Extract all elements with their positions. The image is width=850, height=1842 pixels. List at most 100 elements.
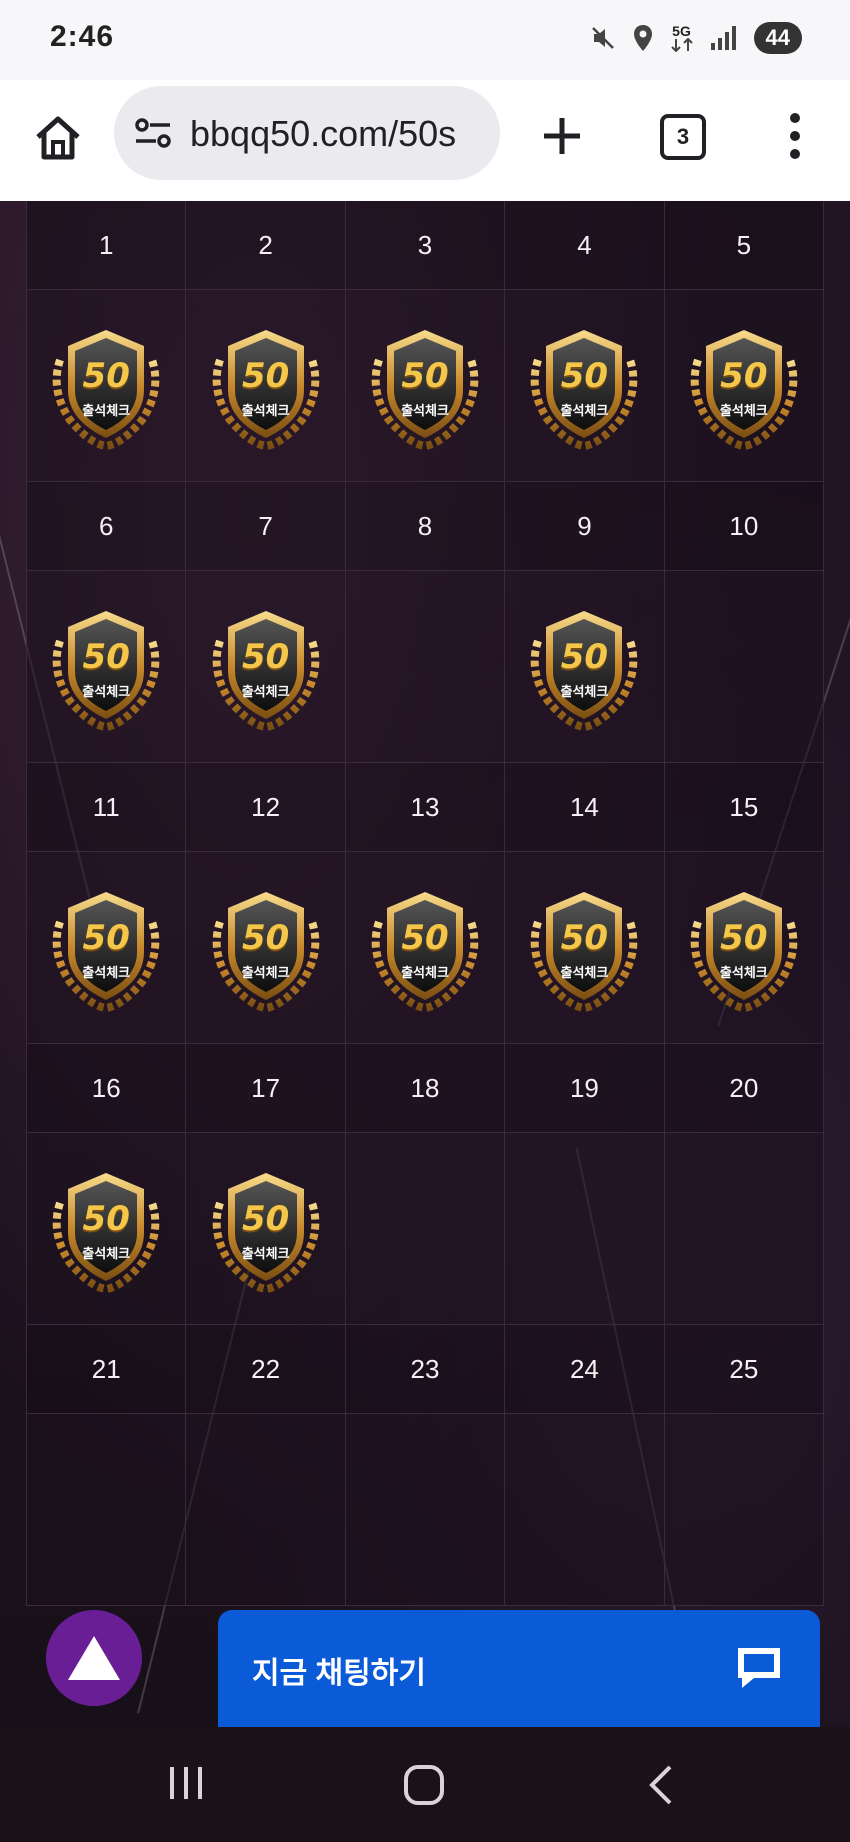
badge-number: 50 [241,355,290,396]
calendar-stamp-row [26,1414,825,1606]
attendance-badge-icon: 50 출석체크 [359,320,491,452]
home-circle-icon[interactable] [402,1763,446,1812]
day-number: 22 [186,1325,346,1414]
status-time: 2:46 [50,20,115,53]
day-number: 11 [26,763,187,852]
attendance-badge-icon: 50 출석체크 [40,1163,172,1295]
day-stamp-cell: 50 출석체크 [345,852,506,1044]
badge-text: 출석체크 [560,683,609,699]
badge-number: 50 [560,355,609,396]
attendance-badge-icon: 50 출석체크 [518,320,650,452]
badge-text: 출석체크 [401,402,449,418]
calendar-day-number-row: 11 12 13 14 15 [26,763,825,852]
mute-icon [590,25,616,51]
site-info-icon[interactable] [134,116,172,155]
day-stamp-cell: 50 출석체크 [505,852,665,1044]
triangle-icon [68,1636,120,1680]
day-stamp-cell: 50 출석체크 [26,571,187,763]
day-number: 16 [26,1044,187,1133]
day-number: 4 [505,201,665,290]
back-icon[interactable] [646,1763,676,1812]
day-number: 1 [26,201,187,290]
calendar-stamp-row: 50 출석체크 50 출석체크 50 출석체크 50 출석체크 50 출석체크 [26,852,825,1044]
badge-text: 출석체크 [560,402,609,418]
badge-text: 출석체크 [241,1245,290,1261]
day-number: 5 [664,201,825,290]
day-stamp-cell: 50 출석체크 [664,852,825,1044]
browser-toolbar: bbqq50.com/50s 3 [0,80,850,202]
scroll-top-button[interactable] [46,1610,142,1706]
calendar-day-number-row: 21 22 23 24 25 [26,1325,825,1414]
badge-text: 출석체크 [719,964,768,980]
chat-label: 지금 채팅하기 [252,1657,426,1690]
day-number: 23 [345,1325,506,1414]
recent-apps-icon[interactable] [166,1763,206,1808]
day-stamp-cell: 50 출석체크 [664,290,825,482]
day-stamp-cell [345,1414,506,1606]
page-content: 12345 50 출석체크 50 출석체크 50 출석체크 50 출석체크 50… [0,201,850,1727]
attendance-badge-icon: 50 출석체크 [200,882,332,1014]
day-stamp-cell: 50 출석체크 [186,1133,346,1325]
plus-icon[interactable] [538,112,586,160]
day-number: 2 [186,201,346,290]
day-number: 6 [26,482,187,571]
calendar-day-number-row: 12345 [26,201,825,290]
address-bar[interactable]: bbqq50.com/50s [114,86,500,180]
badge-text: 출석체크 [82,1245,131,1261]
day-number: 9 [505,482,665,571]
badge-number: 50 [82,636,130,677]
attendance-badge-icon: 50 출석체크 [518,882,650,1014]
badge-text: 출석체크 [241,683,290,699]
tab-switcher-button[interactable]: 3 [660,114,706,160]
attendance-badge-icon: 50 출석체크 [678,320,810,452]
day-stamp-cell: 50 출석체크 [26,290,187,482]
attendance-badge-icon: 50 출석체크 [200,601,332,733]
day-number: 13 [345,763,506,852]
badge-number: 50 [241,636,290,677]
badge-number: 50 [720,355,768,396]
day-number: 3 [345,201,506,290]
day-stamp-cell: 50 출석체크 [186,852,346,1044]
day-stamp-cell: 50 출석체크 [186,290,346,482]
chat-now-button[interactable]: 지금 채팅하기 [218,1610,820,1727]
badge-number: 50 [82,1198,130,1239]
url-text[interactable]: bbqq50.com/50s [190,113,490,155]
badge-number: 50 [82,355,130,396]
day-number: 24 [505,1325,665,1414]
day-number: 8 [345,482,506,571]
badge-text: 출석체크 [241,964,290,980]
calendar-stamp-row: 50 출석체크 50 출석체크 50 출석체크 [26,571,825,763]
calendar-stamp-row: 50 출석체크 50 출석체크 [26,1133,825,1325]
attendance-badge-icon: 50 출석체크 [359,882,491,1014]
day-stamp-cell: 50 출석체크 [345,290,506,482]
badge-text: 출석체크 [82,964,131,980]
day-number: 19 [505,1044,665,1133]
attendance-badge-icon: 50 출석체크 [678,882,810,1014]
day-stamp-cell: 50 출석체크 [26,1133,187,1325]
badge-number: 50 [560,917,609,958]
network-5g-icon: 5G [670,24,694,52]
attendance-badge-icon: 50 출석체크 [200,320,332,452]
badge-number: 50 [82,917,130,958]
attendance-badge-icon: 50 출석체크 [518,601,650,733]
day-stamp-cell [664,1414,825,1606]
day-stamp-cell [664,1133,825,1325]
attendance-calendar: 12345 50 출석체크 50 출석체크 50 출석체크 50 출석체크 50… [26,201,825,1606]
calendar-day-number-row: 16 17 18 19 20 [26,1044,825,1133]
location-icon [632,24,654,52]
attendance-badge-icon: 50 출석체크 [200,1163,332,1295]
day-stamp-cell [186,1414,346,1606]
badge-number: 50 [241,917,290,958]
battery-badge: 44 [753,22,802,54]
day-number: 10 [664,482,825,571]
day-stamp-cell [26,1414,187,1606]
day-number: 25 [664,1325,825,1414]
badge-text: 출석체크 [560,964,609,980]
home-icon[interactable] [30,110,86,166]
day-stamp-cell [345,571,506,763]
menu-dots-icon[interactable] [780,112,810,160]
calendar-stamp-row: 50 출석체크 50 출석체크 50 출석체크 50 출석체크 50 출석체크 [26,290,825,482]
day-stamp-cell [664,571,825,763]
badge-number: 50 [401,355,449,396]
system-nav-bar [0,1727,850,1842]
